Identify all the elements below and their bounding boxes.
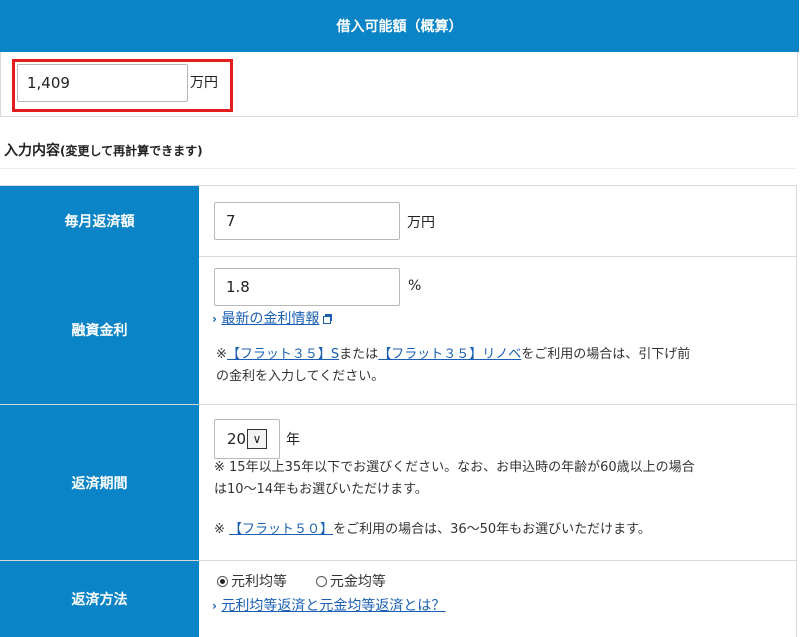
repayment-period-label: 返済期間 xyxy=(0,405,199,560)
radio-unselected-icon xyxy=(315,576,327,587)
repayment-period-note: ※ 15年以上35年以下でお選びください。なお、お申込時の年齢が60歳以上の場合… xyxy=(214,460,695,497)
result-header: 借入可能額（概算） xyxy=(0,0,799,52)
repayment-period-row: 返済期間 20 ∨ 年 ※ 15年以上35年以下でお選びください。なお、お申込時… xyxy=(0,405,797,561)
chevron-down-icon: ∨ xyxy=(247,429,267,449)
repayment-method-row: 返済方法 元利均等 元金均等 › 元利均等返済と元金均等返済とは？ xyxy=(0,561,797,637)
latest-rate-link[interactable]: › 最新の金利情報 xyxy=(212,308,333,330)
flat50-note: ※ 【フラット５０】をご利用の場合は、36～50年もお選びいただけます。 xyxy=(214,522,651,537)
radio-selected-icon xyxy=(217,576,228,587)
monthly-payment-row: 毎月返済額 7 万円 xyxy=(0,185,797,257)
interest-rate-row: 融資金利 1.8 % › 最新の金利情報 ※【フラット３５】Sまたは【フラット３… xyxy=(0,256,797,405)
loan-amount-unit: 万円 xyxy=(190,75,218,91)
interest-rate-note: ※【フラット３５】Sまたは【フラット３５】リノベをご利用の場合は、引下げ前 の金… xyxy=(216,347,691,384)
flat35-renovation-link[interactable]: 【フラット３５】リノベ xyxy=(378,347,521,362)
flat50-link[interactable]: 【フラット５０】 xyxy=(229,522,333,537)
section-title: 入力内容(変更して再計算できます) xyxy=(4,140,203,160)
loan-amount-output: 1,409 xyxy=(17,64,188,102)
repayment-method-label: 返済方法 xyxy=(0,561,199,637)
section-title-sub: (変更して再計算できます) xyxy=(60,144,203,158)
repayment-period-select[interactable]: 20 ∨ xyxy=(214,419,280,459)
repayment-method-help[interactable]: › 元利均等返済と元金均等返済とは？ xyxy=(212,595,445,617)
monthly-payment-label: 毎月返済額 xyxy=(0,186,199,256)
latest-rate-link-text[interactable]: 最新の金利情報 xyxy=(221,311,319,327)
result-header-title: 借入可能額（概算） xyxy=(336,19,463,35)
equal-payment-radio[interactable]: 元利均等 xyxy=(217,574,287,590)
equal-principal-radio[interactable]: 元金均等 xyxy=(315,574,386,590)
repayment-method-help-link[interactable]: 元利均等返済と元金均等返済とは？ xyxy=(221,598,445,614)
monthly-payment-unit: 万円 xyxy=(407,215,435,231)
chevron-right-icon: › xyxy=(212,312,217,326)
chevron-right-icon: › xyxy=(212,599,217,613)
interest-rate-label: 融資金利 xyxy=(0,256,199,404)
flat35s-link[interactable]: 【フラット３５】S xyxy=(227,347,339,362)
interest-rate-input[interactable]: 1.8 xyxy=(214,268,400,306)
monthly-payment-input[interactable]: 7 xyxy=(214,202,400,240)
external-link-icon xyxy=(323,314,333,324)
repayment-method-options: 元利均等 元金均等 xyxy=(217,571,386,593)
section-title-main: 入力内容 xyxy=(4,143,60,159)
repayment-period-unit: 年 xyxy=(286,432,300,448)
divider xyxy=(0,168,797,169)
interest-rate-unit: % xyxy=(408,278,422,294)
